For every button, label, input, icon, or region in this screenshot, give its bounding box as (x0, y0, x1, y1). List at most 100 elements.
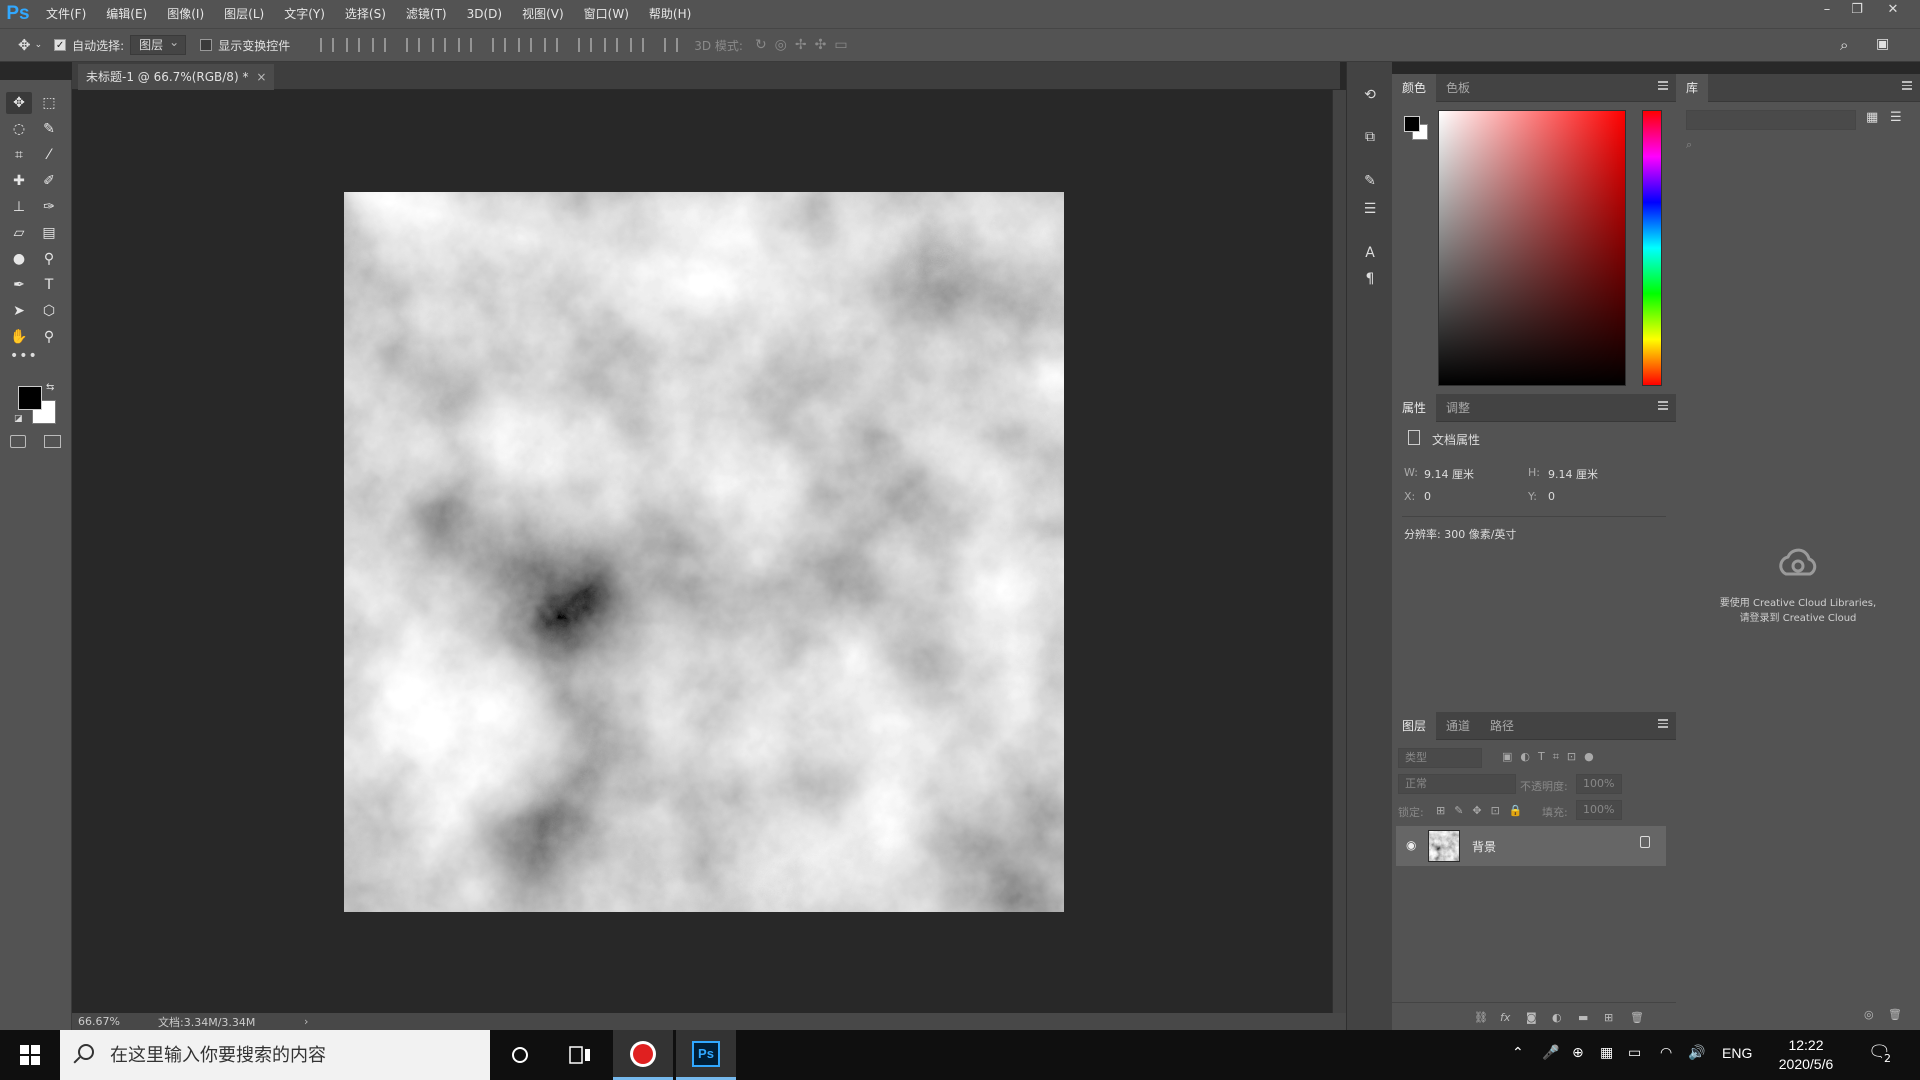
tab-paths[interactable]: 路径 (1480, 712, 1524, 740)
3d-roll-icon[interactable]: ◎ (775, 37, 787, 53)
tab-properties[interactable]: 属性 (1392, 393, 1437, 422)
volume-icon[interactable]: 🔊 (1688, 1045, 1705, 1061)
tab-color[interactable]: 颜色 (1392, 73, 1437, 102)
menu-image[interactable]: 图像(I) (157, 0, 214, 28)
align-top-icon[interactable] (320, 38, 335, 52)
quick-mask-icon[interactable] (10, 435, 26, 448)
path-select-tool-icon[interactable]: ➤ (6, 300, 32, 322)
status-menu-arrow-icon[interactable]: › (304, 1015, 308, 1028)
menu-filter[interactable]: 滤镜(T) (396, 0, 457, 28)
hand-tool-icon[interactable]: ✋ (6, 326, 32, 348)
opacity-input[interactable]: 100% (1576, 774, 1622, 794)
new-layer-icon[interactable]: ⊞ (1604, 1011, 1613, 1024)
notification-center-icon[interactable]: 🗨 2 (1868, 1042, 1893, 1065)
app-tray-icon[interactable]: ▦ (1600, 1045, 1613, 1061)
lock-icons[interactable]: ⊞✎✥⊡🔒 (1436, 804, 1532, 817)
auto-select-target-dropdown[interactable]: 图层 (130, 33, 187, 55)
type-tool-icon[interactable]: T (36, 274, 62, 296)
auto-align-icon[interactable] (664, 38, 679, 52)
more-tools-icon[interactable]: ••• (10, 348, 38, 364)
color-panel-menu-icon[interactable] (1658, 81, 1668, 90)
layer-style-icon[interactable]: fx (1500, 1011, 1510, 1024)
3d-slide-icon[interactable]: ✣ (815, 37, 827, 53)
search-icon[interactable]: ⌕ (1840, 36, 1848, 54)
grid-view-icon[interactable]: ▦ (1866, 110, 1878, 125)
3d-scale-icon[interactable]: ▭ (834, 37, 847, 53)
taskbar-search-input[interactable]: 在这里输入你要搜索的内容 (60, 1030, 490, 1080)
distribute-hcenter-icon[interactable] (604, 38, 619, 52)
tab-adjustments[interactable]: 调整 (1436, 394, 1480, 422)
minimize-icon[interactable]: – (1812, 0, 1842, 20)
tool-preset-chevron-icon[interactable]: ⌄ (35, 40, 43, 50)
zoom-level[interactable]: 66.67% (72, 1015, 158, 1028)
move-tool-icon[interactable]: ✥ (18, 36, 31, 54)
paragraph-panel-icon[interactable]: ¶ (1361, 270, 1379, 288)
3d-orbit-icon[interactable]: ↻ (755, 37, 767, 53)
link-layers-icon[interactable]: ⛓ (1474, 1011, 1488, 1024)
library-delete-icon[interactable]: 🗑 (1888, 1008, 1902, 1021)
task-view-icon[interactable] (550, 1030, 610, 1080)
align-bottom-icon[interactable] (372, 38, 387, 52)
wifi-icon[interactable]: ◠ (1660, 1045, 1672, 1061)
crop-tool-icon[interactable]: ⌗ (6, 144, 32, 166)
layer-name[interactable]: 背景 (1472, 838, 1496, 855)
input-language[interactable]: ENG (1722, 1045, 1752, 1061)
photoshop-taskbar-icon[interactable]: Ps (676, 1030, 736, 1080)
new-group-icon[interactable]: ▬ (1578, 1011, 1588, 1024)
screen-mode-icon[interactable] (44, 435, 61, 448)
menu-help[interactable]: 帮助(H) (639, 0, 701, 28)
marquee-tool-icon[interactable]: ⬚ (36, 92, 62, 114)
foreground-color-swatch[interactable] (18, 386, 42, 410)
workspace-icon[interactable]: ▣ (1876, 36, 1889, 52)
list-view-icon[interactable]: ☰ (1890, 110, 1902, 125)
move-tool-icon[interactable]: ✥ (6, 92, 32, 114)
zoom-tool-icon[interactable]: ⚲ (36, 326, 62, 348)
library-panel-menu-icon[interactable] (1902, 81, 1912, 90)
layer-lock-icon[interactable] (1640, 836, 1650, 848)
eraser-tool-icon[interactable]: ▱ (6, 222, 32, 244)
visibility-eye-icon[interactable]: ◉ (1406, 838, 1416, 852)
delete-layer-icon[interactable]: 🗑 (1630, 1011, 1644, 1024)
distribute-left-icon[interactable] (578, 38, 593, 52)
fill-input[interactable]: 100% (1576, 800, 1622, 820)
default-colors-icon[interactable]: ◪ (14, 414, 23, 424)
show-transform-checkbox[interactable] (200, 39, 213, 51)
menu-view[interactable]: 视图(V) (512, 0, 574, 28)
color-panel-foreground-swatch[interactable] (1404, 116, 1420, 132)
recorder-app-icon[interactable] (613, 1030, 673, 1080)
gradient-tool-icon[interactable]: ▤ (36, 222, 62, 244)
canvas-area[interactable] (72, 90, 1332, 1013)
distribute-top-icon[interactable] (492, 38, 507, 52)
layer-filter-icons[interactable]: ▣◐T⌗⊡● (1502, 750, 1602, 764)
tab-channels[interactable]: 通道 (1436, 712, 1480, 740)
menu-type[interactable]: 文字(Y) (274, 0, 335, 28)
distribute-bottom-icon[interactable] (544, 38, 559, 52)
menu-select[interactable]: 选择(S) (335, 0, 396, 28)
add-mask-icon[interactable]: ◙ (1526, 1011, 1537, 1024)
x-value[interactable]: 0 (1424, 490, 1431, 503)
menu-layer[interactable]: 图层(L) (214, 0, 274, 28)
brushes-panel-icon[interactable]: ☰ (1361, 200, 1379, 218)
tab-layers[interactable]: 图层 (1392, 711, 1437, 740)
hue-slider[interactable] (1642, 110, 1662, 386)
library-search-field[interactable]: ⌕ (1680, 136, 1912, 156)
history-brush-tool-icon[interactable]: ✑ (36, 196, 62, 218)
cc-sync-icon[interactable]: ◎ (1864, 1008, 1874, 1021)
menu-file[interactable]: 文件(F) (36, 0, 96, 28)
color-picker-field[interactable] (1438, 110, 1626, 386)
document-tab[interactable]: 未标题-1 @ 66.7%(RGB/8) * × (78, 64, 275, 90)
brush-tool-icon[interactable]: ✐ (36, 170, 62, 192)
healing-brush-tool-icon[interactable]: ✚ (6, 170, 32, 192)
clone-source-panel-icon[interactable]: ⧉ (1361, 128, 1379, 146)
vpn-icon[interactable]: ⊕ (1572, 1045, 1584, 1061)
start-button[interactable] (0, 1030, 60, 1080)
tab-swatches[interactable]: 色板 (1436, 74, 1480, 102)
align-vcenter-icon[interactable] (346, 38, 361, 52)
library-dropdown[interactable] (1686, 110, 1856, 130)
tab-libraries[interactable]: 库 (1676, 73, 1709, 102)
menu-3d[interactable]: 3D(D) (457, 0, 512, 28)
y-value[interactable]: 0 (1548, 490, 1555, 503)
blur-tool-icon[interactable]: ● (6, 248, 32, 270)
restore-icon[interactable]: ❐ (1842, 0, 1872, 20)
brush-settings-panel-icon[interactable]: ✎ (1361, 172, 1379, 190)
